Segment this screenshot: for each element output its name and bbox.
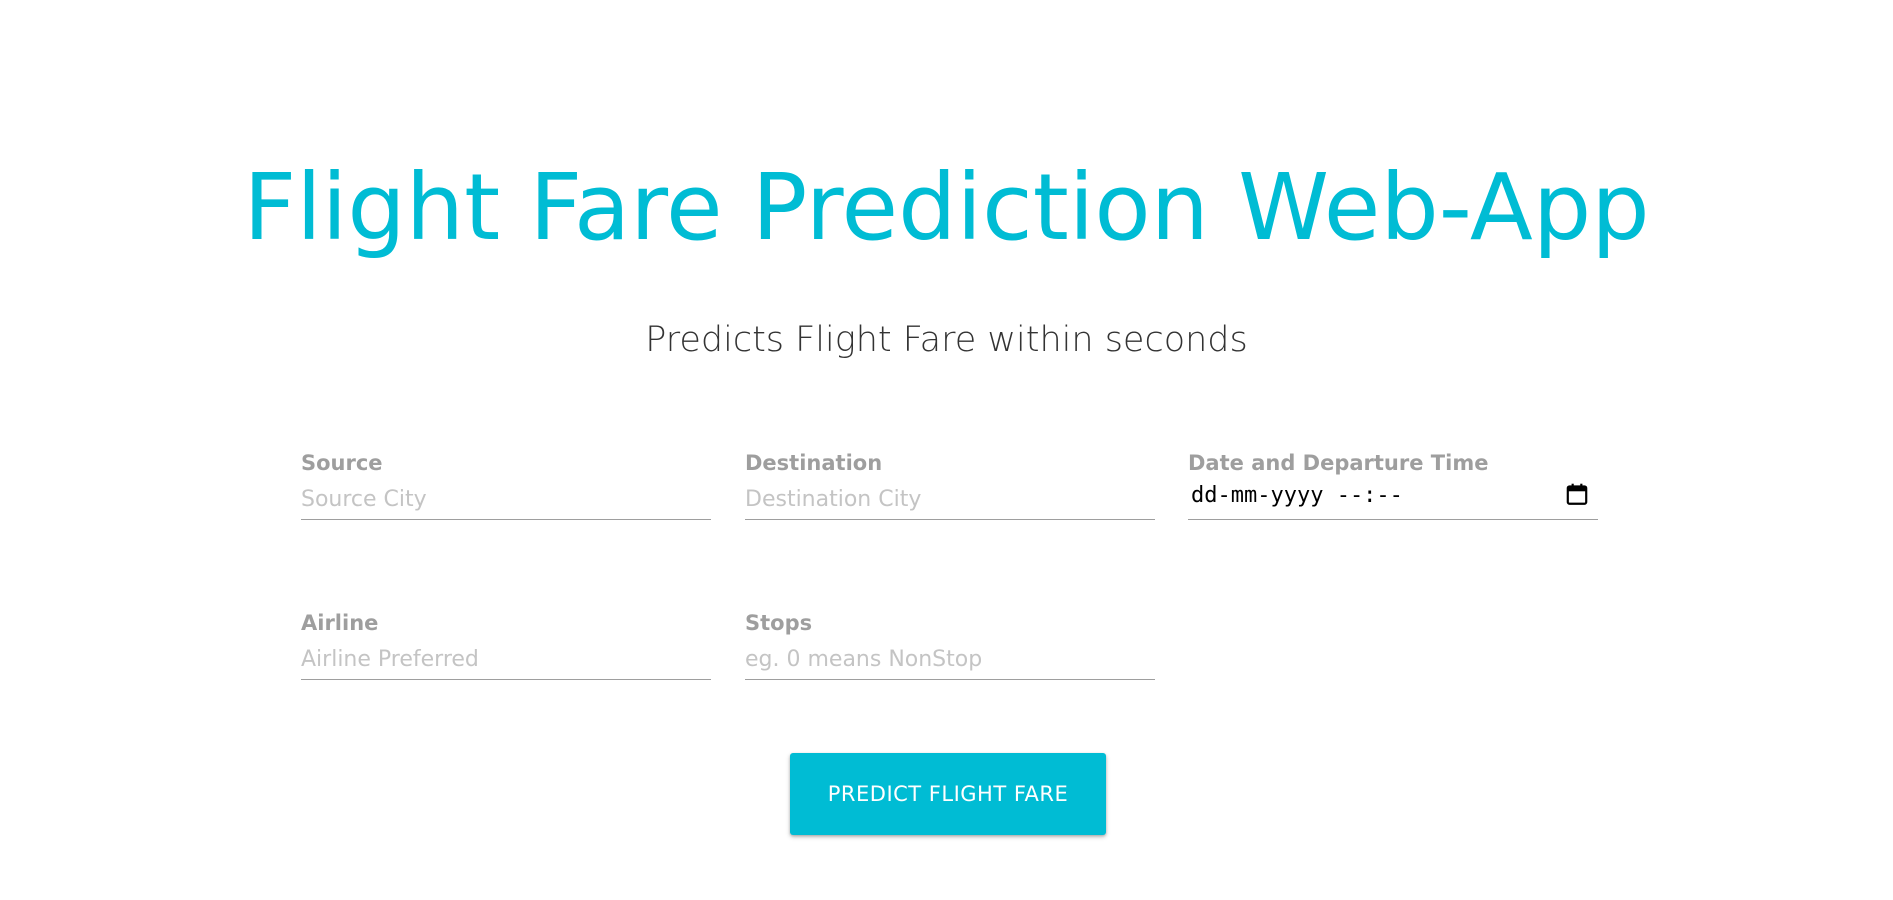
page: Flight Fare Prediction Web-App Predicts … bbox=[0, 0, 1893, 900]
departure-field: Date and Departure Time dd-mm-yyyy --:-- bbox=[1188, 449, 1598, 539]
stops-input[interactable] bbox=[745, 640, 1155, 680]
page-subtitle: Predicts Flight Fare within seconds bbox=[645, 320, 1248, 360]
source-label: Source bbox=[301, 451, 383, 475]
departure-datetime-value: dd-mm-yyyy --:-- bbox=[1191, 483, 1403, 508]
airline-input[interactable] bbox=[301, 640, 711, 680]
source-input[interactable] bbox=[301, 480, 711, 520]
source-field: Source bbox=[301, 449, 711, 539]
predict-flight-fare-button[interactable]: PREDICT FLIGHT FARE bbox=[790, 753, 1106, 835]
destination-label: Destination bbox=[745, 451, 883, 475]
airline-label: Airline bbox=[301, 611, 379, 635]
departure-datetime-input[interactable]: dd-mm-yyyy --:-- bbox=[1188, 480, 1598, 520]
departure-label: Date and Departure Time bbox=[1188, 451, 1489, 475]
page-title: Flight Fare Prediction Web-App bbox=[243, 154, 1650, 261]
stops-field: Stops bbox=[745, 609, 1155, 699]
calendar-icon[interactable] bbox=[1564, 481, 1590, 507]
airline-field: Airline bbox=[301, 609, 711, 699]
stops-label: Stops bbox=[745, 611, 813, 635]
destination-input[interactable] bbox=[745, 480, 1155, 520]
destination-field: Destination bbox=[745, 449, 1155, 539]
